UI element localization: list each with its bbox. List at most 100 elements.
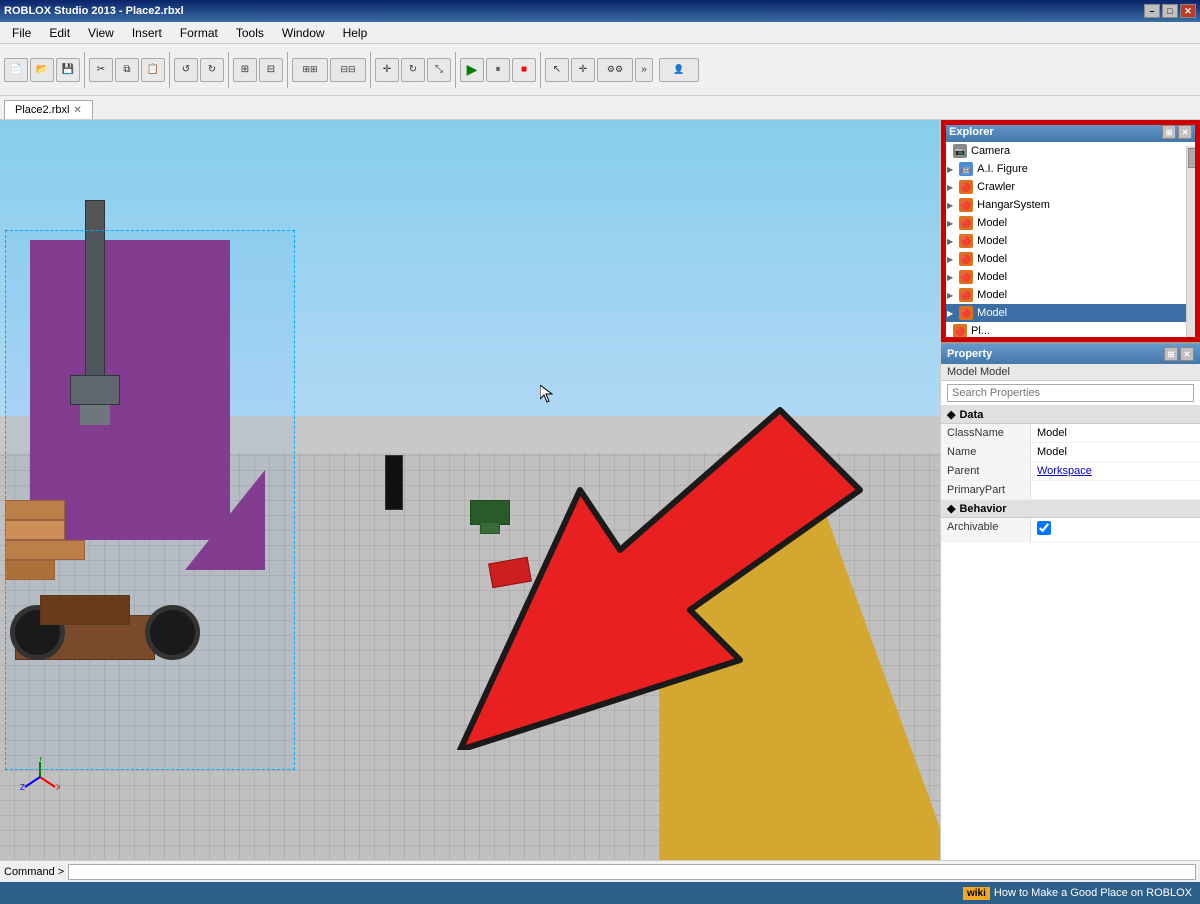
explorer-item-partial[interactable]: 🔴 Pl... <box>943 322 1198 340</box>
menu-help[interactable]: Help <box>335 24 376 42</box>
toolbar-select[interactable]: ↖ <box>545 58 569 82</box>
prop-name-primarypart: PrimaryPart <box>941 481 1031 499</box>
explorer-item-crawler[interactable]: ▶ 🔴 Crawler <box>943 178 1198 196</box>
item-label: Model <box>977 253 1007 265</box>
selection-box <box>5 230 295 770</box>
toolbar-copy[interactable]: ⧉ <box>115 58 139 82</box>
explorer-item-camera[interactable]: 📷 Camera <box>943 142 1198 160</box>
menu-window[interactable]: Window <box>274 24 333 42</box>
title-bar-buttons: – □ ✕ <box>1144 4 1196 18</box>
svg-text:Y: Y <box>38 757 44 763</box>
toolbar-sep-1 <box>84 52 85 88</box>
command-label: Command > <box>4 866 64 878</box>
explorer-scrollbar[interactable] <box>1186 146 1198 340</box>
explorer-item-model2[interactable]: ▶ 🔴 Model <box>943 232 1198 250</box>
toolbar-more2[interactable]: » <box>635 58 653 82</box>
expand-arrow: ▶ <box>947 309 953 318</box>
toolbar-open[interactable]: 📂 <box>30 58 54 82</box>
explorer-item-hangarsystem[interactable]: ▶ 🔴 HangarSystem <box>943 196 1198 214</box>
toolbar-sep-7 <box>540 52 541 88</box>
toolbar-rotate[interactable]: ↻ <box>401 58 425 82</box>
model-icon: 🔴 <box>959 252 973 266</box>
toolbar-b2[interactable]: ⊟⊟ <box>330 58 366 82</box>
prop-row-parent: Parent Workspace <box>941 462 1200 481</box>
toolbar-cut[interactable]: ✂ <box>89 58 113 82</box>
toolbar-move[interactable]: ✛ <box>375 58 399 82</box>
window-title: ROBLOX Studio 2013 - Place2.rbxl <box>4 5 184 17</box>
item-label: Model <box>977 217 1007 229</box>
menu-edit[interactable]: Edit <box>41 24 78 42</box>
explorer-item-model3[interactable]: ▶ 🔴 Model <box>943 250 1198 268</box>
model-icon: 🔴 <box>959 234 973 248</box>
prop-subtitle: Model Model <box>941 364 1200 381</box>
toolbar-undo[interactable]: ↺ <box>174 58 198 82</box>
prop-value-archivable <box>1031 518 1200 541</box>
properties-panel: Property ⊞ ✕ Model Model ◆ Data ClassNam… <box>941 342 1200 860</box>
maximize-button[interactable]: □ <box>1162 4 1178 18</box>
toolbar-play[interactable]: ▶ <box>460 58 484 82</box>
toolbar-save[interactable]: 💾 <box>56 58 80 82</box>
expand-arrow: ▶ <box>947 219 953 228</box>
toolbar-new[interactable]: 📄 <box>4 58 28 82</box>
explorer-item-model-selected[interactable]: ▶ 🔴 Model <box>943 304 1198 322</box>
toolbar-ungroup[interactable]: ⊟ <box>259 58 283 82</box>
model-icon: 🔴 <box>959 306 973 320</box>
toolbar-user[interactable]: 👤 <box>659 58 699 82</box>
window-close-button[interactable]: ✕ <box>1180 4 1196 18</box>
menu-view[interactable]: View <box>80 24 122 42</box>
explorer-item-model1[interactable]: ▶ 🔴 Model <box>943 214 1198 232</box>
prop-value-classname: Model <box>1031 424 1200 442</box>
model-icon: 🔴 <box>959 288 973 302</box>
explorer-item-model5[interactable]: ▶ 🔴 Model <box>943 286 1198 304</box>
viewport[interactable]: X Y Z <box>0 120 940 860</box>
properties-header-buttons: ⊞ ✕ <box>1164 347 1194 361</box>
minimize-button[interactable]: – <box>1144 4 1160 18</box>
toolbar-scale[interactable]: ⤡ <box>427 58 451 82</box>
prop-value-parent[interactable]: Workspace <box>1031 462 1200 480</box>
toolbar-pause[interactable]: ⏸ <box>486 58 510 82</box>
explorer-list[interactable]: 📷 Camera ▶ 🤖 A.I. Figure ▶ 🔴 Crawler <box>943 142 1198 340</box>
properties-title: Property <box>947 348 992 360</box>
properties-float-button[interactable]: ⊞ <box>1164 347 1178 361</box>
toolbar-transform[interactable]: ✛ <box>571 58 595 82</box>
explorer-close-button[interactable]: ✕ <box>1178 125 1192 139</box>
toolbar-paste[interactable]: 📋 <box>141 58 165 82</box>
menu-tools[interactable]: Tools <box>228 24 272 42</box>
item-label: Crawler <box>977 181 1015 193</box>
section-collapse-icon: ◆ <box>947 502 955 515</box>
item-label: Model <box>977 235 1007 247</box>
archivable-checkbox[interactable] <box>1037 521 1051 535</box>
explorer-header: Explorer ⊞ ✕ <box>943 122 1198 142</box>
expand-arrow: ▶ <box>947 255 953 264</box>
toolbar-group[interactable]: ⊞ <box>233 58 257 82</box>
prop-value-primarypart[interactable] <box>1031 481 1200 499</box>
tab-label: Place2.rbxl <box>15 104 69 116</box>
menu-insert[interactable]: Insert <box>124 24 170 42</box>
menu-file[interactable]: File <box>4 24 39 42</box>
prop-section-data[interactable]: ◆ Data <box>941 406 1200 424</box>
explorer-item-aifigure[interactable]: ▶ 🤖 A.I. Figure <box>943 160 1198 178</box>
expand-arrow: ▶ <box>947 273 953 282</box>
command-input[interactable] <box>68 864 1196 880</box>
toolbar-more1[interactable]: ⚙⚙ <box>597 58 633 82</box>
svg-text:X: X <box>56 783 60 792</box>
tab-close-button[interactable]: ✕ <box>73 105 81 116</box>
item-label: Pl... <box>971 325 990 337</box>
expand-arrow: ▶ <box>947 237 953 246</box>
search-properties-input[interactable] <box>947 384 1194 402</box>
model-icon: 🔴 <box>959 270 973 284</box>
toolbar-stop[interactable]: ■ <box>512 58 536 82</box>
explorer-title: Explorer <box>949 126 994 138</box>
explorer-item-model4[interactable]: ▶ 🔴 Model <box>943 268 1198 286</box>
section-label: Data <box>959 409 983 421</box>
menu-format[interactable]: Format <box>172 24 226 42</box>
expand-arrow: ▶ <box>947 201 953 210</box>
toolbar-b1[interactable]: ⊞⊞ <box>292 58 328 82</box>
toolbar-redo[interactable]: ↻ <box>200 58 224 82</box>
properties-close-button[interactable]: ✕ <box>1180 347 1194 361</box>
prop-row-name: Name Model <box>941 443 1200 462</box>
tab-place2[interactable]: Place2.rbxl ✕ <box>4 100 93 119</box>
explorer-float-button[interactable]: ⊞ <box>1162 125 1176 139</box>
prop-section-behavior[interactable]: ◆ Behavior <box>941 500 1200 518</box>
item-label: HangarSystem <box>977 199 1050 211</box>
